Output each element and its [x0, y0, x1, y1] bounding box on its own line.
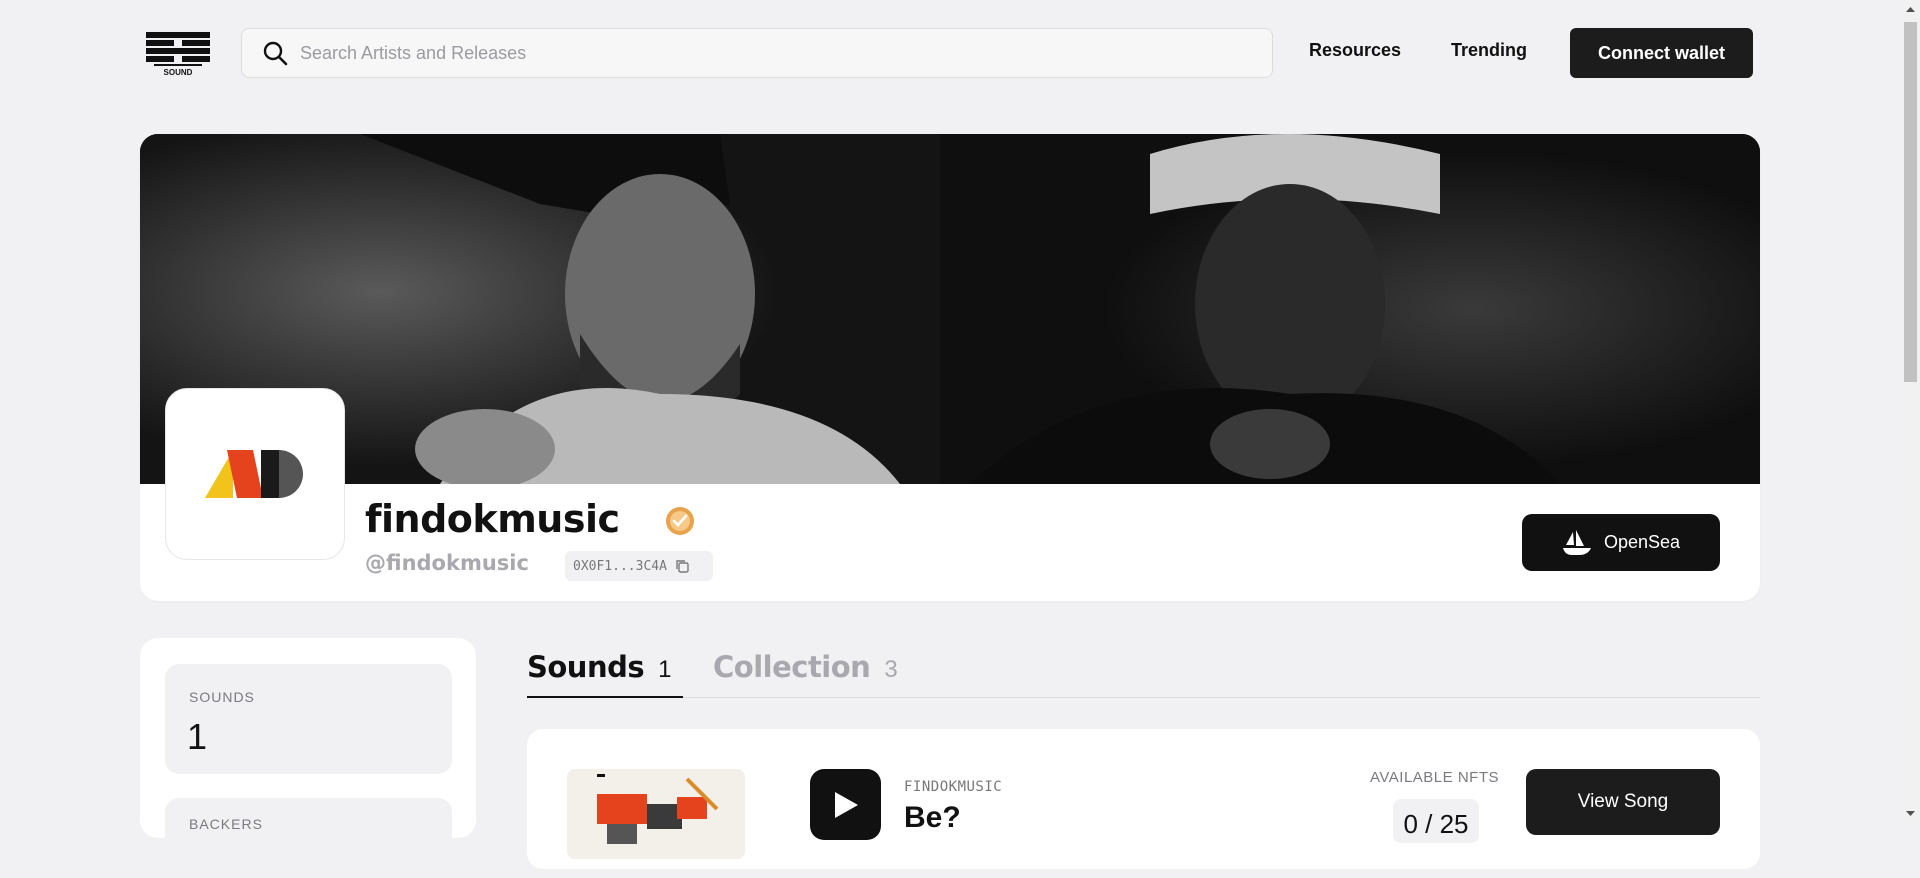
- tab-sounds[interactable]: Sounds 1: [527, 650, 671, 684]
- song-card[interactable]: FINDOKMUSIC Be? AVAILABLE NFTS 0 / 25 Vi…: [527, 729, 1760, 869]
- tab-sounds-label: Sounds: [527, 650, 645, 684]
- available-nfts-label: AVAILABLE NFTS: [1370, 769, 1499, 786]
- song-artist[interactable]: FINDOKMUSIC: [904, 779, 1002, 795]
- stat-sounds-label: SOUNDS: [189, 689, 255, 705]
- nav-resources[interactable]: Resources: [1309, 40, 1401, 61]
- artist-handle: @findokmusic: [365, 551, 529, 575]
- tab-collection-count: 3: [884, 656, 898, 683]
- stats-card: SOUNDS 1 BACKERS: [140, 638, 476, 878]
- tab-divider: [527, 697, 1760, 698]
- sound-logo-icon: SOUND: [146, 32, 210, 77]
- stat-backers: BACKERS: [165, 798, 452, 878]
- artist-avatar[interactable]: [165, 388, 345, 560]
- connect-wallet-button[interactable]: Connect wallet: [1570, 28, 1753, 78]
- wallet-address: 0X0F1...3C4A: [573, 558, 667, 574]
- song-cover-image[interactable]: [567, 769, 745, 859]
- wallet-address-chip[interactable]: 0X0F1...3C4A: [565, 551, 713, 581]
- scrollbar-thumb[interactable]: [1904, 22, 1917, 382]
- scroll-up-arrow-icon[interactable]: [1905, 4, 1916, 15]
- sound-logo[interactable]: SOUND: [144, 30, 212, 77]
- play-button[interactable]: [810, 769, 881, 840]
- scroll-down-arrow-icon[interactable]: [1905, 808, 1916, 819]
- song-title[interactable]: Be?: [904, 801, 961, 835]
- opensea-button[interactable]: OpenSea: [1522, 514, 1720, 571]
- copy-icon[interactable]: [675, 559, 689, 573]
- tab-collection[interactable]: Collection 3: [713, 650, 898, 684]
- search-bar[interactable]: [241, 28, 1273, 78]
- tab-sounds-count: 1: [658, 656, 672, 683]
- available-nfts-value: 0 / 25: [1393, 799, 1479, 843]
- opensea-icon: [1562, 529, 1592, 557]
- verified-icon: [665, 506, 695, 536]
- search-icon: [262, 40, 288, 66]
- tab-collection-label: Collection: [713, 650, 871, 684]
- sound-logo-text: SOUND: [164, 68, 193, 76]
- stat-sounds-value: 1: [187, 716, 208, 757]
- play-icon: [834, 791, 858, 818]
- stat-backers-label: BACKERS: [189, 816, 263, 832]
- profile-banner-image: [140, 134, 1760, 484]
- artist-name: findokmusic: [365, 497, 620, 541]
- stat-sounds: SOUNDS 1: [165, 664, 452, 774]
- opensea-label: OpenSea: [1603, 532, 1681, 552]
- search-input[interactable]: [298, 41, 1198, 65]
- nav-trending[interactable]: Trending: [1451, 40, 1527, 61]
- artist-logo-image: [205, 450, 303, 498]
- view-song-button[interactable]: View Song: [1526, 769, 1720, 835]
- active-tab-indicator: [527, 696, 683, 698]
